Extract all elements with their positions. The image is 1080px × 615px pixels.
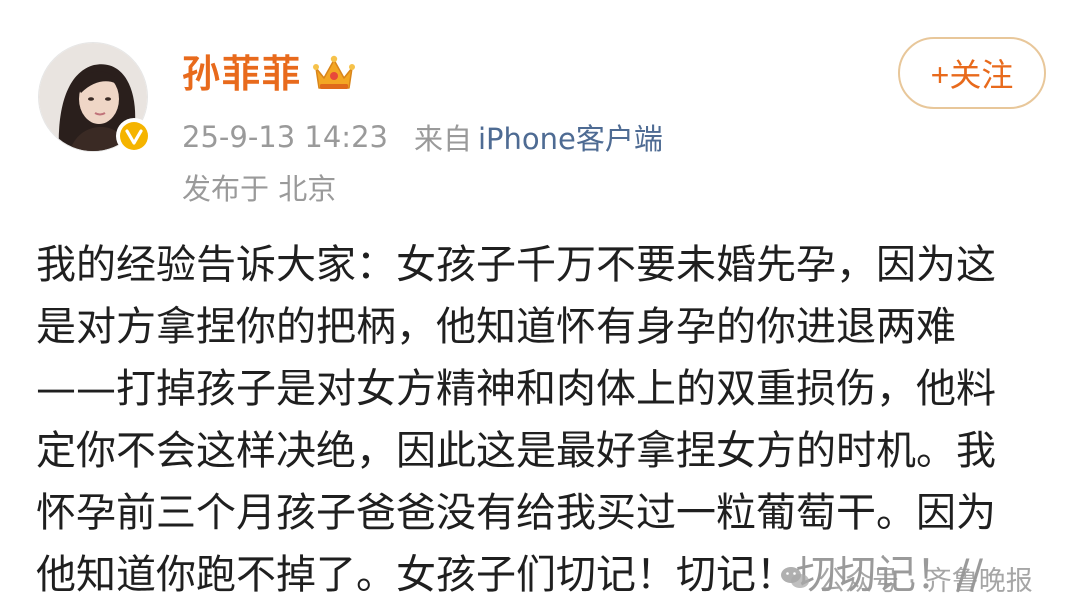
post-text-line: 是对方拿捏你的把柄，他知道怀有身孕的你进退两难 (36, 304, 956, 350)
source-link[interactable]: iPhone客户端 (478, 116, 663, 158)
post-text-line: 定你不会这样决绝，因此这是最好拿捏女方的时机。我 (36, 428, 996, 474)
post-location: 发布于 北京 (182, 164, 336, 210)
verified-badge (116, 118, 152, 154)
username[interactable]: 孙菲菲 (182, 55, 302, 93)
username-row: 孙菲菲 (182, 44, 356, 104)
post-body: 我的经验告诉大家：女孩子千万不要未婚先孕，因为这 是对方拿捏你的把柄，他知道怀有… (36, 234, 1056, 606)
verified-v-icon (120, 122, 148, 150)
crown-icon[interactable] (312, 54, 356, 94)
post-text-line: 我的经验告诉大家：女孩子千万不要未婚先孕，因为这 (36, 242, 996, 288)
avatar-container[interactable] (38, 42, 152, 154)
source-prefix: 来自 (413, 122, 472, 156)
location-text: 发布于 北京 (182, 172, 337, 206)
watermark: 公众号 · 齐鲁晚报 (772, 556, 1041, 600)
watermark-text: 公众号 · 齐鲁晚报 (818, 565, 1033, 597)
post-time: 25-9-13 14:23 (182, 120, 388, 154)
post-text-line: ——打掉孩子是对女方精神和肉体上的双重损伤，他料 (36, 366, 996, 412)
wechat-icon (781, 567, 809, 588)
post-meta: 25-9-13 14:23 来自 iPhone客户端 (182, 114, 663, 160)
follow-button[interactable]: +关注 (898, 37, 1046, 109)
post-text-line: 怀孕前三个月孩子爸爸没有给我买过一粒葡萄干。因为 (36, 490, 996, 536)
